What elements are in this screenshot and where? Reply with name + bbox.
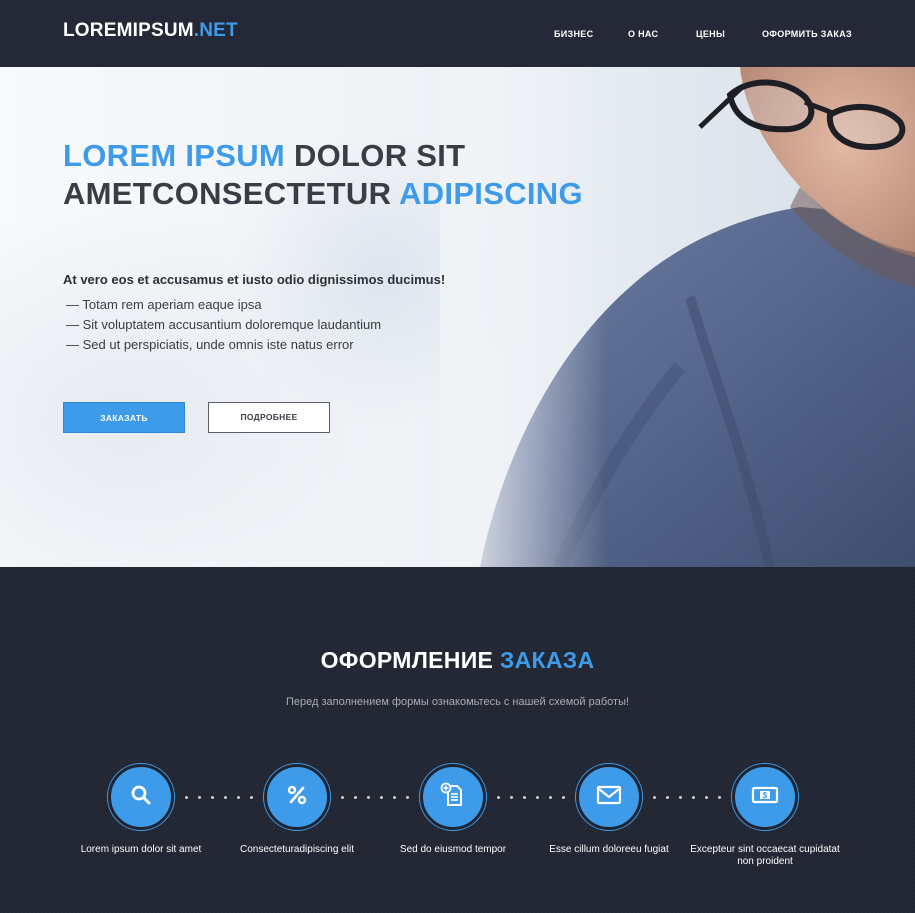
step-label: Excepteur sint occaecat cupidatat non pr… — [690, 844, 840, 867]
list-item: Sit voluptatem accusantium doloremque la… — [66, 315, 381, 335]
step-connector — [185, 796, 253, 800]
section-title-accent: ЗАКАЗА — [499, 647, 595, 673]
hero-lead: At vero eos et accusamus et iusto odio d… — [63, 272, 446, 287]
logo[interactable]: LOREMIPSUM.NET — [63, 20, 238, 42]
list-item: Sed ut perspiciatis, unde omnis iste nat… — [66, 335, 381, 355]
hero-title: LOREM IPSUM DOLOR SIT AMETCONSECTETUR AD… — [63, 137, 583, 213]
hero-section: LOREM IPSUM DOLOR SIT AMETCONSECTETUR AD… — [0, 67, 915, 567]
step-connector — [341, 796, 409, 800]
step-4[interactable] — [576, 764, 642, 830]
envelope-icon — [596, 784, 622, 811]
nav-item-order[interactable]: ОФОРМИТЬ ЗАКАЗ — [762, 29, 852, 39]
section-title-text: ОФОРМЛЕНИЕ — [320, 647, 500, 673]
list-item: Totam rem aperiam eaque ipsa — [66, 295, 381, 315]
step-2[interactable] — [264, 764, 330, 830]
money-icon: $ — [751, 784, 779, 811]
more-button[interactable]: ПОДРОБНЕЕ — [208, 402, 330, 433]
logo-main: LOREMIPSUM — [63, 20, 194, 41]
nav-item-business[interactable]: БИЗНЕС — [554, 29, 593, 39]
hero-title-accent: ADIPISCING — [399, 176, 583, 211]
step-5[interactable]: $ — [732, 764, 798, 830]
step-label: Lorem ipsum dolor sit amet — [80, 844, 202, 855]
site-header: LOREMIPSUM.NET БИЗНЕС О НАС ЦЕНЫ ОФОРМИТ… — [0, 0, 915, 67]
hero-feature-list: Totam rem aperiam eaque ipsa Sit volupta… — [66, 295, 381, 355]
nav-item-prices[interactable]: ЦЕНЫ — [696, 29, 725, 39]
section-title: ОФОРМЛЕНИЕ ЗАКАЗА — [0, 647, 915, 674]
step-connector — [653, 796, 721, 800]
step-label: Esse cillum doloreeu fugiat — [549, 844, 669, 855]
order-section: ОФОРМЛЕНИЕ ЗАКАЗА Перед заполнением форм… — [0, 567, 915, 913]
section-subtitle: Перед заполнением формы ознакомьтесь с н… — [285, 696, 630, 708]
step-3[interactable] — [420, 764, 486, 830]
hero-title-text: DOLOR SIT — [285, 138, 466, 173]
search-icon — [129, 783, 153, 812]
document-add-icon — [440, 782, 466, 813]
step-label: Consecteturadipiscing elit — [240, 844, 354, 855]
logo-accent: .NET — [193, 20, 238, 41]
nav-item-about[interactable]: О НАС — [628, 29, 658, 39]
hero-title-text: AMETCONSECTETUR — [63, 176, 400, 211]
order-button[interactable]: ЗАКАЗАТЬ — [63, 402, 185, 433]
step-label: Sed do eiusmod tempor — [399, 844, 507, 855]
svg-text:$: $ — [763, 791, 768, 800]
step-connector — [497, 796, 565, 800]
hero-title-accent: LOREM IPSUM — [63, 138, 286, 173]
step-1[interactable] — [108, 764, 174, 830]
percent-icon — [285, 783, 309, 812]
